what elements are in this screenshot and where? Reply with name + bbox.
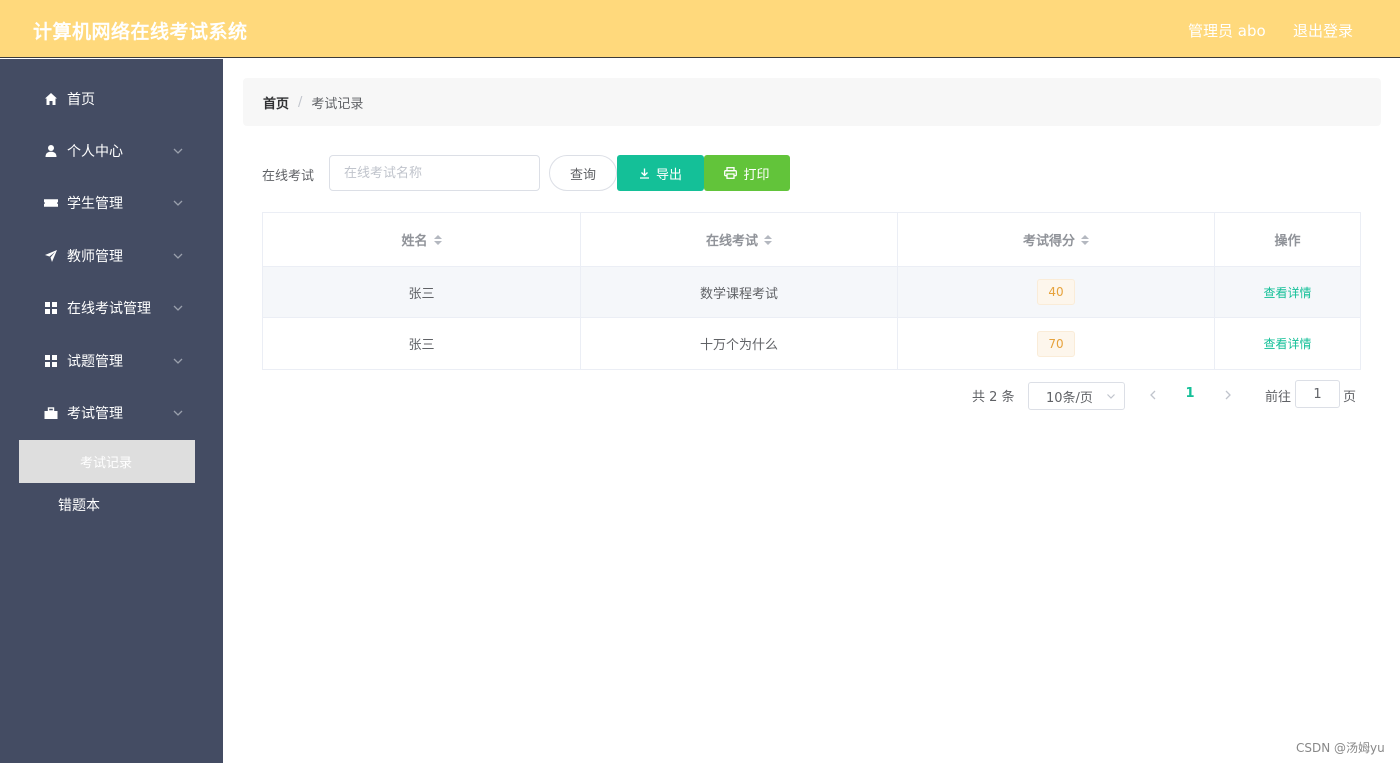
sidebar-item-label: 教师管理	[67, 249, 123, 265]
sidebar-item-exam-management[interactable]: 考试管理	[0, 387, 223, 439]
page-size-value: 10条/页	[1046, 390, 1093, 406]
chevron-down-icon	[173, 410, 183, 416]
sidebar-subitem-label: 考试记录	[80, 456, 133, 471]
query-button[interactable]: 查询	[549, 155, 617, 191]
chevron-down-icon	[173, 253, 183, 259]
chevron-down-icon	[1107, 394, 1115, 399]
goto-page-input[interactable]	[1295, 380, 1340, 408]
search-label: 在线考试	[262, 169, 315, 184]
grid-icon	[44, 301, 58, 315]
ticket-icon	[44, 196, 58, 210]
top-header: 计算机网络在线考试系统 管理员 abo 退出登录	[0, 0, 1400, 58]
goto-label: 前往	[1265, 390, 1292, 405]
table-header-row: 姓名 在线考试 考试得分 操作	[263, 213, 1360, 267]
query-button-label: 查询	[569, 167, 596, 183]
chevron-down-icon	[173, 200, 183, 206]
cell-name: 张三	[263, 318, 581, 369]
print-button-label: 打印	[743, 167, 770, 183]
briefcase-icon	[44, 406, 58, 420]
sidebar-item-personal-center[interactable]: 个人中心	[0, 125, 223, 177]
sidebar-subitem-wrong-questions[interactable]: 错题本	[0, 487, 223, 523]
download-icon	[639, 168, 649, 179]
sidebar-subitem-exam-records[interactable]: 考试记录	[19, 440, 195, 483]
cell-action: 查看详情	[1215, 267, 1360, 317]
column-header-name[interactable]: 姓名	[263, 213, 581, 266]
table-row[interactable]: 张三 十万个为什么 70 查看详情	[263, 318, 1360, 369]
breadcrumb-current: 考试记录	[311, 96, 364, 112]
page-number-current[interactable]: 1	[1178, 386, 1202, 401]
page-suffix-label: 页	[1343, 390, 1357, 405]
sidebar-item-label: 在线考试管理	[67, 301, 151, 317]
grid-icon	[44, 354, 58, 368]
breadcrumb-home-link[interactable]: 首页	[263, 93, 289, 112]
print-button[interactable]: 打印	[704, 155, 790, 191]
sidebar-item-label: 考试管理	[67, 406, 123, 422]
sidebar-subitem-label: 错题本	[58, 498, 100, 514]
sidebar-item-question-management[interactable]: 试题管理	[0, 335, 223, 387]
cell-action: 查看详情	[1215, 318, 1360, 369]
prev-page-button[interactable]	[1145, 384, 1161, 406]
sort-icon[interactable]	[433, 234, 442, 245]
table-row[interactable]: 张三 数学课程考试 40 查看详情	[263, 267, 1360, 318]
breadcrumb-separator: /	[298, 94, 303, 110]
next-page-button[interactable]	[1220, 384, 1236, 406]
score-badge: 40	[1037, 279, 1075, 305]
breadcrumb: 首页 / 考试记录	[243, 78, 1381, 126]
column-header-score[interactable]: 考试得分	[898, 213, 1215, 266]
sort-icon[interactable]	[764, 234, 772, 245]
app-title: 计算机网络在线考试系统	[33, 21, 248, 43]
cell-score: 40	[898, 267, 1215, 317]
watermark: CSDN @汤姆yu	[1296, 741, 1385, 755]
export-button-label: 导出	[655, 167, 682, 183]
sidebar-item-home[interactable]: 首页	[0, 73, 223, 125]
paper-plane-icon	[44, 249, 58, 263]
chevron-right-icon	[1225, 390, 1231, 400]
cell-score: 70	[898, 318, 1215, 369]
pagination-total: 共 2 条	[972, 390, 1015, 405]
view-details-link[interactable]: 查看详情	[1263, 335, 1311, 352]
cell-exam: 数学课程考试	[581, 267, 898, 317]
column-header-exam[interactable]: 在线考试	[581, 213, 898, 266]
exam-records-table: 姓名 在线考试 考试得分 操作 张三 数学课程考试 40 查看详情 张三 十万个…	[262, 212, 1361, 370]
chevron-left-icon	[1150, 390, 1156, 400]
chevron-down-icon	[173, 358, 183, 364]
exam-name-search-input[interactable]	[329, 155, 540, 191]
sidebar-item-online-exam-management[interactable]: 在线考试管理	[0, 282, 223, 334]
view-details-link[interactable]: 查看详情	[1263, 284, 1311, 301]
current-user-label: 管理员 abo	[1188, 22, 1266, 40]
score-badge: 70	[1037, 330, 1075, 357]
sort-icon[interactable]	[1081, 234, 1089, 245]
page-size-select[interactable]: 10条/页	[1028, 382, 1125, 410]
chevron-down-icon	[173, 148, 183, 154]
chevron-down-icon	[173, 305, 183, 311]
user-icon	[44, 144, 58, 158]
sidebar-item-teacher-management[interactable]: 教师管理	[0, 230, 223, 282]
sidebar-item-label: 个人中心	[67, 144, 123, 160]
cell-exam: 十万个为什么	[581, 318, 898, 369]
cell-name: 张三	[263, 267, 581, 317]
export-button[interactable]: 导出	[617, 155, 704, 191]
logout-link[interactable]: 退出登录	[1293, 20, 1353, 41]
sidebar-item-student-management[interactable]: 学生管理	[0, 177, 223, 229]
printer-icon	[724, 167, 738, 179]
home-icon	[44, 92, 58, 106]
sidebar-item-label: 首页	[67, 92, 95, 108]
sidebar-item-label: 学生管理	[67, 196, 123, 212]
column-header-action: 操作	[1274, 234, 1301, 249]
sidebar: 首页 个人中心 学生管理 教师管理 在线考试管理 试题管理 考试管理 考试记录 …	[0, 59, 223, 763]
sidebar-item-label: 试题管理	[67, 354, 123, 370]
